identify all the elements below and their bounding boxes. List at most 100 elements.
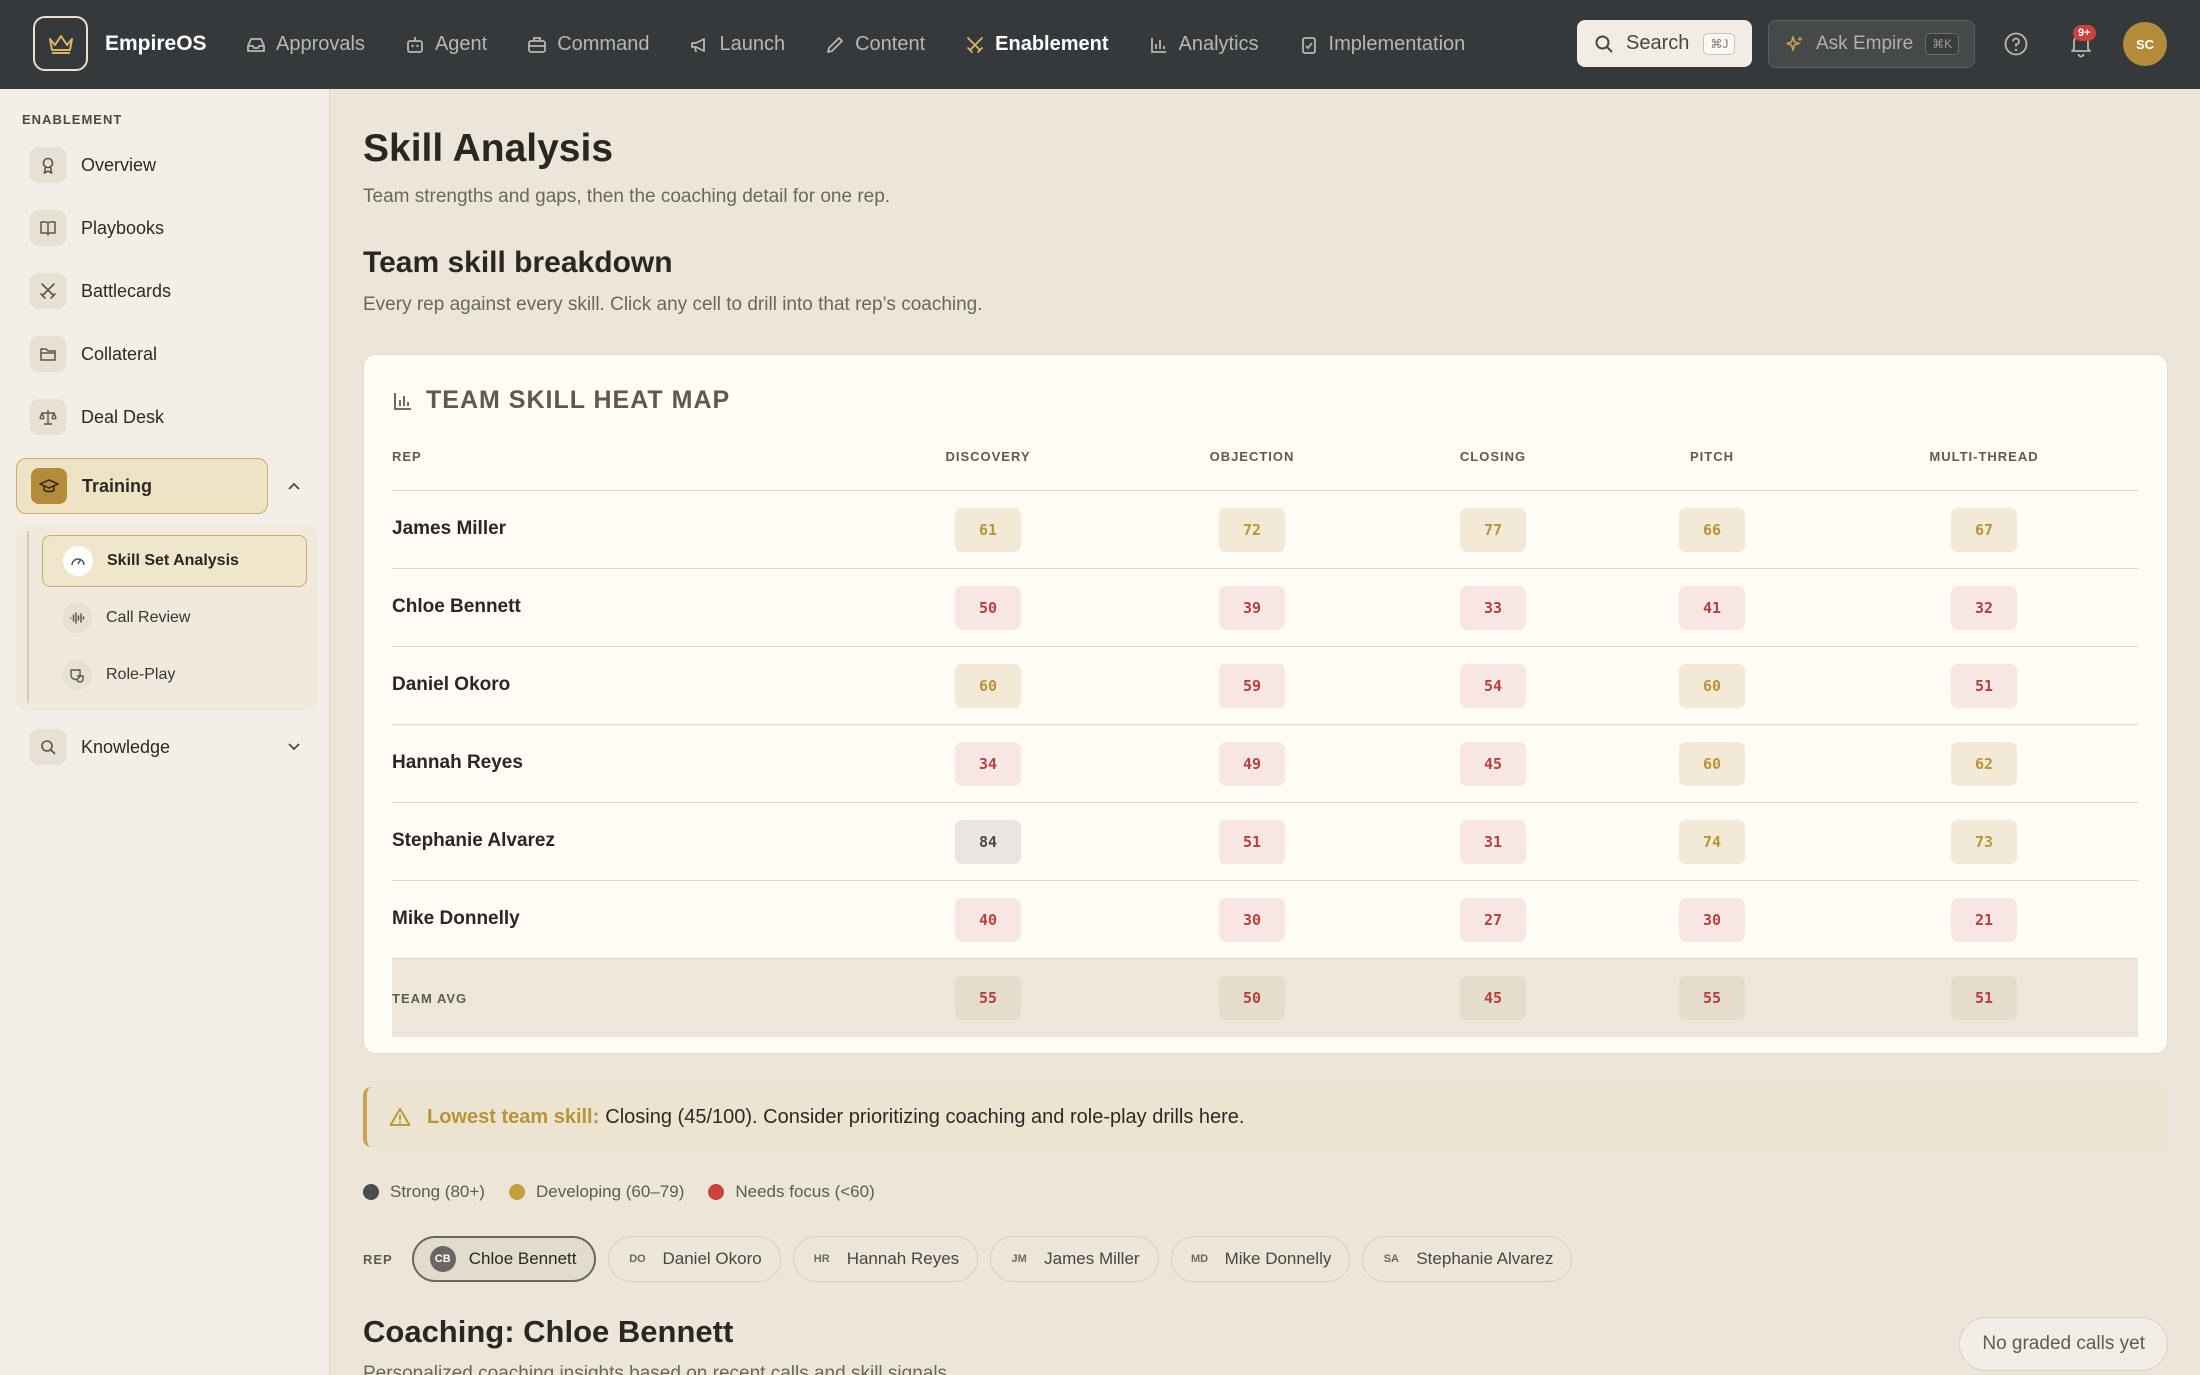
sidebar-item-role-play[interactable]: Role-Play [42, 649, 307, 701]
score-cell-closing[interactable]: 27 [1460, 898, 1526, 942]
sidebar-item-knowledge[interactable]: Knowledge [16, 719, 268, 775]
score-cell-discovery[interactable]: 34 [955, 742, 1021, 786]
column-header-pitch: PITCH [1690, 449, 1734, 464]
score-cell-objection[interactable]: 59 [1219, 664, 1285, 708]
sidebar-item-skill-set-analysis[interactable]: Skill Set Analysis [42, 535, 307, 587]
nav-implementation[interactable]: Implementation [1299, 0, 1465, 89]
section-subtitle: Every rep against every skill. Click any… [363, 294, 983, 315]
score-cell-pitch[interactable]: 41 [1679, 586, 1745, 630]
column-header-discovery: DISCOVERY [945, 449, 1031, 464]
top-bar: EmpireOS Approvals Agent Command Launch … [0, 0, 2200, 89]
chevron-up-icon[interactable] [286, 479, 302, 493]
score-cell-pitch[interactable]: 30 [1679, 898, 1745, 942]
sidebar-item-battlecards[interactable]: Battlecards [16, 263, 268, 319]
score-cell-multi-thread[interactable]: 51 [1951, 664, 2017, 708]
rep-chip-mike-donnelly[interactable]: MD Mike Donnelly [1170, 1236, 1351, 1282]
ask-empire-button[interactable]: Ask Empire ⌘K [1768, 20, 1975, 68]
sidebar-item-label: Playbooks [81, 217, 165, 238]
megaphone-icon [691, 37, 706, 52]
score-cell-discovery[interactable]: 40 [955, 898, 1021, 942]
score-cell-pitch[interactable]: 60 [1679, 742, 1745, 786]
nav-label: Content [855, 33, 926, 55]
clipboard-icon [1301, 36, 1316, 54]
nav-agent[interactable]: Agent [405, 0, 487, 89]
score-cell-closing[interactable]: 31 [1460, 820, 1526, 864]
score-cell-objection[interactable]: 72 [1219, 508, 1285, 552]
score-cell-discovery[interactable]: 84 [955, 820, 1021, 864]
score-cell-closing[interactable]: 33 [1460, 586, 1526, 630]
score-cell-closing[interactable]: 45 [1460, 742, 1526, 786]
rep-chip-stephanie-alvarez[interactable]: SA Stephanie Alvarez [1362, 1236, 1573, 1282]
score-cell-discovery[interactable]: 61 [955, 508, 1021, 552]
pencil-icon [827, 36, 843, 53]
brand[interactable]: EmpireOS [33, 16, 207, 71]
sidebar-item-overview[interactable]: Overview [16, 137, 268, 193]
score-cell-discovery[interactable]: 50 [955, 586, 1021, 630]
score-cell-objection[interactable]: 49 [1219, 742, 1285, 786]
nav-enablement[interactable]: Enablement [965, 0, 1109, 89]
nav-analytics[interactable]: Analytics [1149, 0, 1259, 89]
rep-name: Chloe Bennett [468, 1249, 577, 1268]
bar-chart-icon [1150, 37, 1166, 53]
sidebar: ENABLEMENT Overview Playbooks Battlecard… [0, 89, 330, 1375]
score-cell-pitch[interactable]: 60 [1679, 664, 1745, 708]
legend-item-developing: Developing (60–79) [508, 1182, 684, 1202]
sidebar-item-deal-desk[interactable]: Deal Desk [16, 389, 268, 445]
score-cell-closing[interactable]: 54 [1460, 664, 1526, 708]
avatar[interactable]: SC [2123, 22, 2167, 66]
score-cell-objection[interactable]: 39 [1219, 586, 1285, 630]
sidebar-heading: ENABLEMENT [22, 112, 123, 127]
rep-chip-hannah-reyes[interactable]: HR Hannah Reyes [792, 1236, 979, 1282]
score-cell-pitch[interactable]: 74 [1679, 820, 1745, 864]
score-cell-multi-thread[interactable]: 32 [1951, 586, 2017, 630]
heatmap-title-text: TEAM SKILL HEAT MAP [426, 386, 731, 414]
score-cell-multi-thread[interactable]: 73 [1951, 820, 2017, 864]
rep-name: Hannah Reyes [846, 1249, 960, 1268]
rep-selector: REP CB Chloe Bennett DO Daniel Okoro HR … [363, 1236, 1584, 1282]
sidebar-item-call-review[interactable]: Call Review [42, 592, 307, 644]
sidebar-item-training[interactable]: Training [16, 458, 268, 514]
inbox-icon [247, 37, 265, 52]
search-button[interactable]: Search ⌘J [1577, 20, 1752, 67]
nav-command[interactable]: Command [527, 0, 649, 89]
score-cell-multi-thread[interactable]: 67 [1951, 508, 2017, 552]
rep-chip-chloe-bennett[interactable]: CB Chloe Bennett [411, 1236, 597, 1282]
rep-initials: CB [429, 1246, 456, 1272]
legend-dot [508, 1184, 525, 1200]
sidebar-item-playbooks[interactable]: Playbooks [16, 200, 268, 256]
sidebar-item-collateral[interactable]: Collateral [16, 326, 268, 382]
score-cell-discovery[interactable]: 60 [955, 664, 1021, 708]
score-cell-multi-thread[interactable]: 21 [1951, 898, 2017, 942]
score-cell-objection: 50 [1219, 976, 1285, 1020]
score-cell-multi-thread[interactable]: 62 [1951, 742, 2017, 786]
score-cell-objection[interactable]: 51 [1219, 820, 1285, 864]
legend-dot [363, 1184, 379, 1200]
score-cell-closing[interactable]: 77 [1460, 508, 1526, 552]
alert-text: Closing (45/100). Consider prioritizing … [605, 1105, 1245, 1128]
theater-icon [62, 660, 92, 690]
nav-approvals[interactable]: Approvals [246, 0, 365, 89]
alert-label: Lowest team skill: [427, 1105, 600, 1128]
sparkles-icon [1786, 36, 1803, 51]
heatmap-title: TEAM SKILL HEAT MAP [392, 386, 730, 415]
rep-chip-james-miller[interactable]: JM James Miller [990, 1236, 1159, 1282]
page-subtitle: Team strengths and gaps, then the coachi… [363, 186, 891, 207]
ribbon-icon [30, 147, 66, 183]
rep-name: Daniel Okoro [662, 1249, 762, 1268]
nav-launch[interactable]: Launch [689, 0, 785, 89]
nav-content[interactable]: Content [825, 0, 925, 89]
rep-name: Mike Donnelly [1224, 1249, 1332, 1268]
rep-chip-daniel-okoro[interactable]: DO Daniel Okoro [608, 1236, 781, 1282]
score-cell-objection[interactable]: 30 [1219, 898, 1285, 942]
coaching-subtitle: Personalized coaching insights based on … [363, 1363, 953, 1375]
chevron-down-icon[interactable] [286, 740, 302, 754]
nav-label: Enablement [995, 33, 1109, 55]
folder-icon [30, 336, 66, 372]
nav-label: Agent [434, 33, 488, 55]
help-icon[interactable] [2003, 31, 2029, 62]
score-cell-pitch[interactable]: 66 [1679, 508, 1745, 552]
search-shortcut: ⌘J [1703, 32, 1736, 55]
rep-name: Mike Donnelly [392, 908, 520, 929]
swords-icon [30, 273, 66, 309]
table-row: James Miller 61 72 77 66 67 [392, 491, 2138, 569]
